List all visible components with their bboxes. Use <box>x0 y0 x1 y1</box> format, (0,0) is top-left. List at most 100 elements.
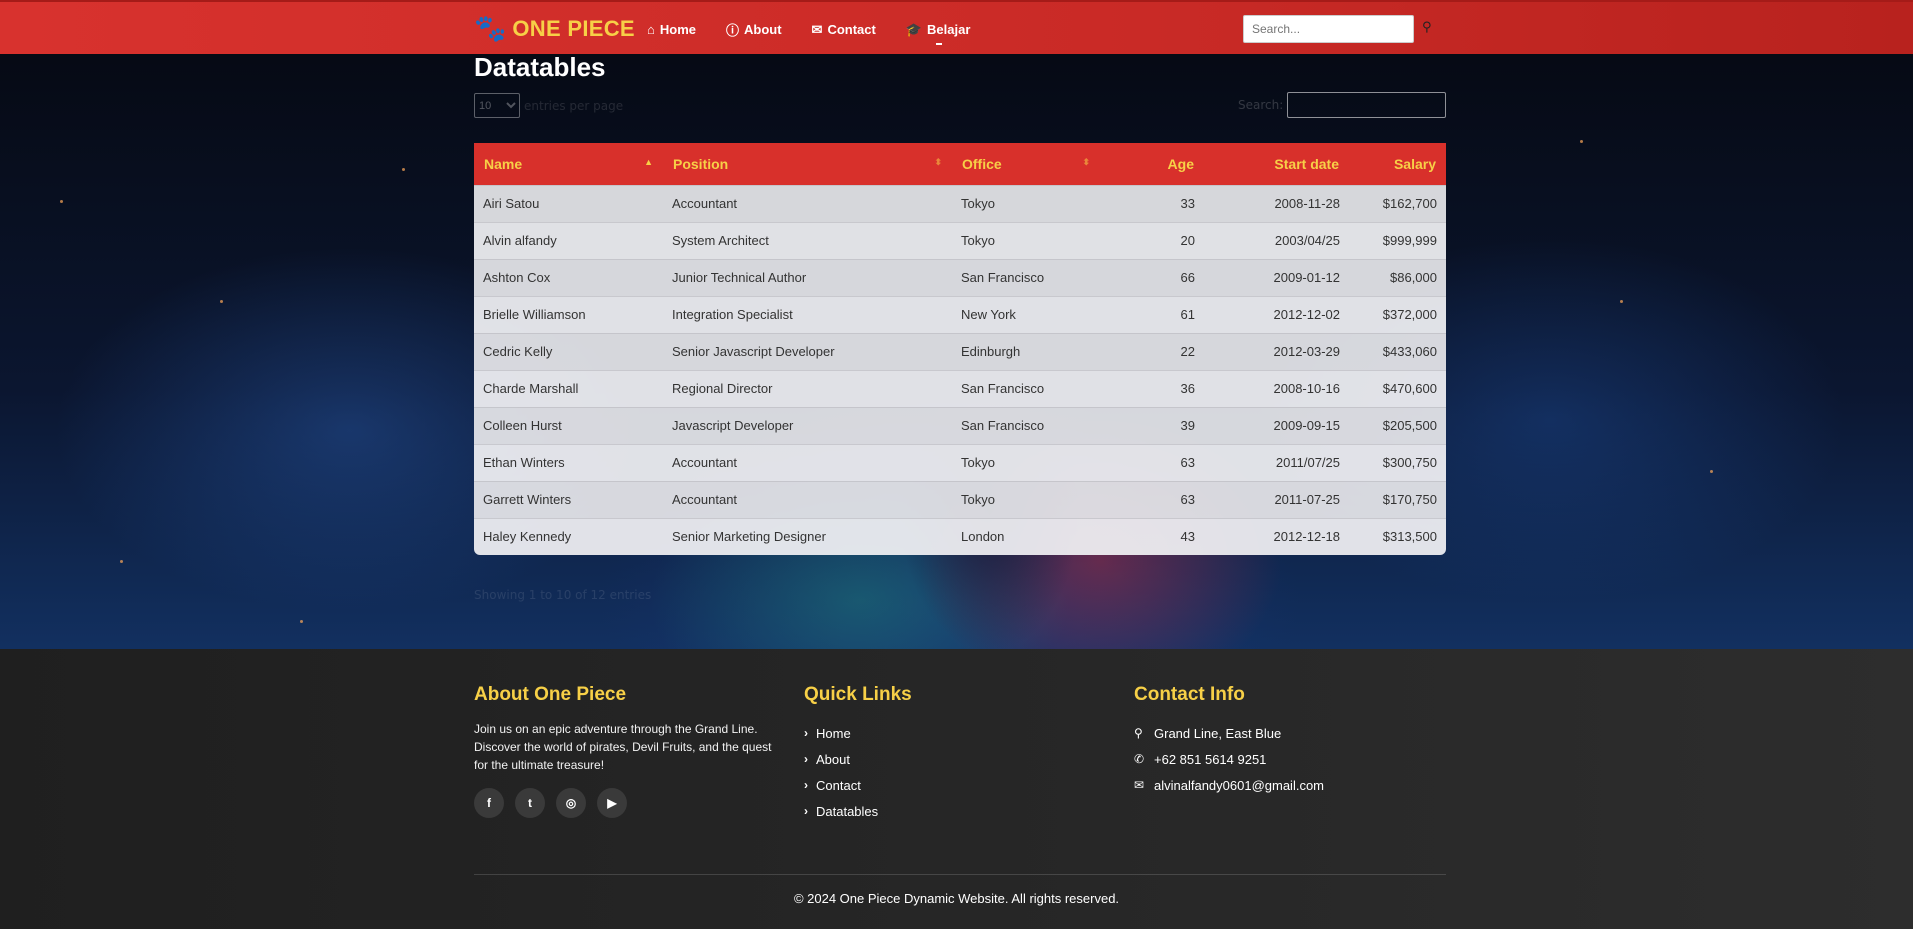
brand-logo[interactable]: 🐾 ONE PIECE <box>474 14 635 44</box>
footer-divider <box>474 874 1446 875</box>
cell-position: System Architect <box>663 221 952 259</box>
table-header-row: Name ▲ Position ⬍ Office ⬍ Age Start date S… <box>474 143 1446 185</box>
table-row: Colleen Hurst Javascript Developer San Fra… <box>474 406 1446 444</box>
cell-position: Accountant <box>663 184 952 222</box>
instagram-icon[interactable]: ◎ <box>556 788 586 818</box>
column-header-office[interactable]: Office ⬍ <box>952 143 1100 185</box>
footer-link-home[interactable]: › Home <box>804 720 912 746</box>
cell-name: Colleen Hurst <box>474 406 663 444</box>
contact-phone: ✆ +62 851 5614 9251 <box>1134 751 1267 767</box>
cell-name: Charde Marshall <box>474 369 663 407</box>
contact-address: ⚲ Grand Line, East Blue <box>1134 725 1282 741</box>
info-icon: ⓘ <box>725 23 739 38</box>
cell-name: Garrett Winters <box>474 480 663 518</box>
datatable: Name ▲ Position ⬍ Office ⬍ Age Start date S… <box>474 143 1446 555</box>
cell-start-date: 2009-09-15 <box>1204 406 1349 444</box>
search-input[interactable] <box>1243 15 1414 43</box>
twitter-icon[interactable]: t <box>515 788 545 818</box>
table-row: Charde Marshall Regional Director San Fran… <box>474 369 1446 407</box>
cell-name: Ethan Winters <box>474 443 663 481</box>
facebook-icon[interactable]: f <box>474 788 504 818</box>
footer-link-contact[interactable]: › Contact <box>804 772 912 798</box>
footer-about: About One Piece Join us on an epic adven… <box>474 684 779 818</box>
footer-link-datatables[interactable]: › Datatables <box>804 798 912 824</box>
copyright: © 2024 One Piece Dynamic Website. All ri… <box>793 891 1120 906</box>
cell-position: Accountant <box>663 443 952 481</box>
map-pin-icon: ⚲ <box>1134 726 1143 740</box>
table-row: Alvin alfandy System Architect Tokyo 20 2003… <box>474 221 1446 259</box>
table-info: Showing 1 to 10 of 12 entries <box>474 588 652 602</box>
cell-salary: $162,700 <box>1349 184 1446 222</box>
cell-salary: $300,750 <box>1349 443 1446 481</box>
cell-age: 33 <box>1100 184 1204 222</box>
table-search-input[interactable] <box>1287 92 1447 118</box>
column-header-start-date[interactable]: Start date <box>1204 143 1349 185</box>
cell-salary: $470,600 <box>1349 369 1446 407</box>
table-row: Cedric Kelly Senior Javascript Developer E… <box>474 332 1446 370</box>
nav-link-home[interactable]: ⌂ Home <box>647 20 696 39</box>
home-icon: ⌂ <box>647 22 655 37</box>
cell-salary: $170,750 <box>1349 480 1446 518</box>
cell-salary: $433,060 <box>1349 332 1446 370</box>
cell-age: 63 <box>1100 480 1204 518</box>
nav-link-contact[interactable]: ✉ Contact <box>812 20 876 39</box>
cell-office: Tokyo <box>952 443 1100 481</box>
navbar: 🐾 ONE PIECE ⌂ Home ⓘ About ✉ Contact 🎓 B… <box>0 0 1913 54</box>
column-header-position[interactable]: Position ⬍ <box>663 143 952 185</box>
nav-link-about[interactable]: ⓘ About <box>726 20 782 39</box>
table-row: Brielle Williamson Integration Specialist… <box>474 295 1446 333</box>
cell-office: Tokyo <box>952 480 1100 518</box>
cell-age: 66 <box>1100 258 1204 296</box>
cell-office: Edinburgh <box>952 332 1100 370</box>
cell-office: San Francisco <box>952 406 1100 444</box>
graduation-cap-icon: 🎓 <box>905 21 923 37</box>
cell-start-date: 2008-11-28 <box>1204 184 1349 222</box>
table-row: Ethan Winters Accountant Tokyo 63 2011/07/25… <box>474 443 1446 481</box>
cell-office: San Francisco <box>952 258 1100 296</box>
contact-email[interactable]: ✉ alvinalfandy0601@gmail.com <box>1134 772 1324 798</box>
column-header-age[interactable]: Age <box>1100 143 1204 185</box>
cell-office: San Francisco <box>952 369 1100 407</box>
paw-icon: 🐾 <box>474 14 507 44</box>
entries-per-page-select[interactable]: 10 <box>474 93 520 118</box>
youtube-icon[interactable]: ▶ <box>597 788 627 818</box>
nav-link-label: Belajar <box>927 22 971 37</box>
column-header-salary[interactable]: Salary <box>1349 143 1446 185</box>
cell-start-date: 2012-12-18 <box>1204 517 1349 555</box>
footer-about-text: Join us on an epic adventure through the… <box>474 722 772 772</box>
cell-age: 36 <box>1100 369 1204 407</box>
nav-link-belajar[interactable]: 🎓 Belajar <box>905 20 971 45</box>
cell-office: New York <box>952 295 1100 333</box>
search-icon[interactable]: ⚲ <box>1422 20 1432 35</box>
table-row: Airi Satou Accountant Tokyo 33 2008-11-28 $16… <box>474 184 1446 222</box>
footer-link-about[interactable]: › About <box>804 746 912 772</box>
envelope-icon: ✉ <box>1134 778 1145 792</box>
nav-link-label: Contact <box>827 22 876 37</box>
social-links: f t ◎ ▶ <box>474 788 779 818</box>
cell-office: London <box>952 517 1100 555</box>
footer-about-title: About One Piece <box>474 684 627 705</box>
cell-position: Javascript Developer <box>663 406 952 444</box>
cell-position: Junior Technical Author <box>663 258 952 296</box>
cell-age: 22 <box>1100 332 1204 370</box>
table-search: Search: <box>1238 92 1447 118</box>
cell-start-date: 2011/07/25 <box>1204 443 1349 481</box>
cell-position: Senior Javascript Developer <box>663 332 952 370</box>
cell-name: Alvin alfandy <box>474 221 663 259</box>
footer-quick-links: Quick Links › Home › About › Contact › Datat… <box>804 684 912 824</box>
cell-age: 39 <box>1100 406 1204 444</box>
nav-link-label: About <box>744 22 782 37</box>
footer-contact-title: Contact Info <box>1134 684 1245 705</box>
cell-start-date: 2003/04/25 <box>1204 221 1349 259</box>
cell-position: Integration Specialist <box>663 295 952 333</box>
cell-name: Brielle Williamson <box>474 295 663 333</box>
cell-position: Senior Marketing Designer <box>663 517 952 555</box>
cell-salary: $86,000 <box>1349 258 1446 296</box>
cell-office: Tokyo <box>952 221 1100 259</box>
nav-links: ⌂ Home ⓘ About ✉ Contact 🎓 Belajar <box>647 20 971 45</box>
cell-age: 63 <box>1100 443 1204 481</box>
cell-position: Accountant <box>663 480 952 518</box>
column-header-name[interactable]: Name ▲ <box>474 143 663 185</box>
cell-name: Cedric Kelly <box>474 332 663 370</box>
cell-start-date: 2008-10-16 <box>1204 369 1349 407</box>
